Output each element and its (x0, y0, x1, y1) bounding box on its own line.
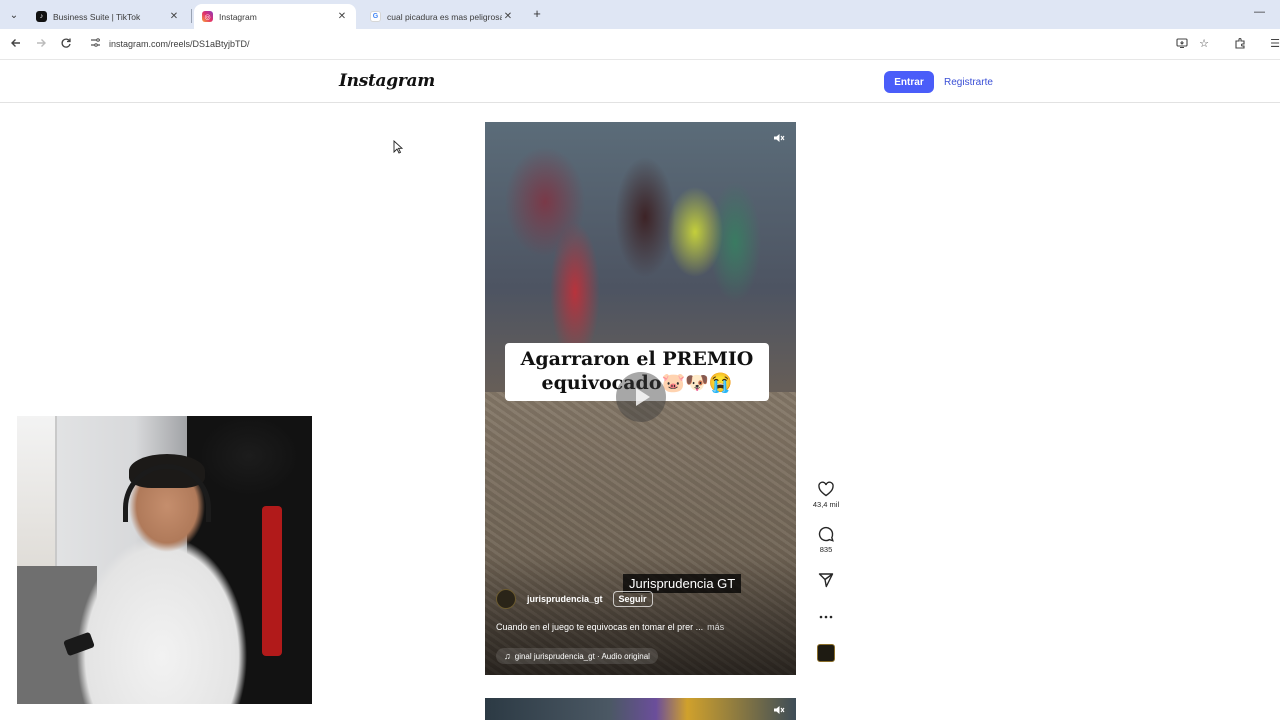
webcam-shelf (17, 416, 57, 566)
menu-icon[interactable]: ☰ (1268, 37, 1280, 51)
tab-instagram[interactable]: ◎ Instagram ✕ (194, 4, 356, 29)
browser-tab-bar: ⌄ ♪ Business Suite | TikTok ✕ ◎ Instagra… (0, 0, 1280, 29)
author-avatar[interactable] (496, 589, 516, 609)
instagram-header: Instagram Entrar Registrarte (0, 61, 1280, 103)
heart-icon[interactable] (817, 480, 835, 498)
tab-separator (191, 9, 192, 23)
description-text: Cuando en el juego te equivocas en tomar… (496, 622, 704, 632)
play-button[interactable] (616, 372, 666, 422)
install-app-icon[interactable] (1175, 37, 1189, 51)
reload-icon[interactable] (59, 37, 73, 51)
signup-link[interactable]: Registrarte (944, 71, 993, 93)
more-dots-icon[interactable] (817, 608, 835, 626)
minimize-window-button[interactable]: — (1254, 6, 1265, 18)
reel-author: jurisprudencia_gt Seguir (496, 589, 653, 609)
forward-arrow-icon[interactable] (34, 37, 48, 51)
mute-icon[interactable] (772, 132, 786, 146)
new-tab-button[interactable]: + (530, 7, 544, 21)
more-link[interactable]: más (707, 622, 724, 632)
instagram-icon: ◎ (202, 11, 213, 22)
mouse-cursor-icon (393, 140, 403, 154)
comment-action[interactable]: 835 (808, 525, 844, 554)
like-action[interactable]: 43,4 mil (808, 480, 844, 509)
audio-label: ginal jurisprudencia_gt · Audio original (514, 651, 650, 661)
site-info-icon[interactable] (84, 37, 106, 51)
login-button[interactable]: Entrar (884, 71, 934, 93)
author-username[interactable]: jurisprudencia_gt (527, 594, 603, 604)
next-reel-preview[interactable] (485, 698, 796, 720)
more-options[interactable] (808, 608, 844, 626)
tiktok-icon: ♪ (36, 11, 47, 22)
back-arrow-icon[interactable] (9, 37, 23, 51)
instagram-logo[interactable]: Instagram (339, 71, 435, 91)
comment-count: 835 (819, 545, 833, 554)
caption-line-1: Agarraron el PREMIO (520, 348, 754, 370)
audio-track[interactable]: ♫ ginal jurisprudencia_gt · Audio origin… (496, 648, 658, 664)
tab-title: Instagram (219, 11, 257, 22)
share-action[interactable] (808, 571, 844, 589)
music-note-icon: ♫ (504, 651, 511, 661)
browser-toolbar: instagram.com/reels/DS1aBtyjbTD/ ☆ ☰ (0, 29, 1280, 60)
comment-icon[interactable] (817, 525, 835, 543)
audio-thumbnail[interactable] (808, 644, 844, 662)
tab-google-search[interactable]: G cual picadura es mas peligrosa ✕ (362, 4, 522, 29)
tab-close-icon[interactable]: ✕ (502, 11, 514, 22)
tab-title: cual picadura es mas peligrosa (387, 11, 502, 22)
like-count: 43,4 mil (812, 500, 840, 509)
follow-button[interactable]: Seguir (612, 591, 653, 607)
url-text[interactable]: instagram.com/reels/DS1aBtyjbTD/ (109, 39, 250, 49)
mute-icon[interactable] (772, 704, 786, 718)
address-bar[interactable]: instagram.com/reels/DS1aBtyjbTD/ (84, 33, 1224, 55)
tab-title: Business Suite | TikTok (53, 11, 141, 22)
webcam-overlay (17, 416, 312, 704)
tab-close-icon[interactable]: ✕ (336, 11, 348, 22)
audio-cover-thumb[interactable] (817, 644, 835, 662)
bookmark-star-icon[interactable]: ☆ (1197, 37, 1211, 51)
gaming-chair-accent (262, 506, 282, 656)
tab-close-icon[interactable]: ✕ (168, 11, 180, 22)
tab-tiktok[interactable]: ♪ Business Suite | TikTok ✕ (28, 4, 188, 29)
tab-search-menu-icon[interactable]: ⌄ (6, 7, 22, 23)
extensions-icon[interactable] (1233, 37, 1247, 51)
send-icon[interactable] (817, 571, 835, 589)
reel-video[interactable]: Agarraron el PREMIO equivocado🐷🐶😭 Jurisp… (485, 122, 796, 675)
play-icon (636, 388, 650, 406)
google-icon: G (370, 11, 381, 22)
reel-description: Cuando en el juego te equivocas en tomar… (496, 622, 724, 632)
